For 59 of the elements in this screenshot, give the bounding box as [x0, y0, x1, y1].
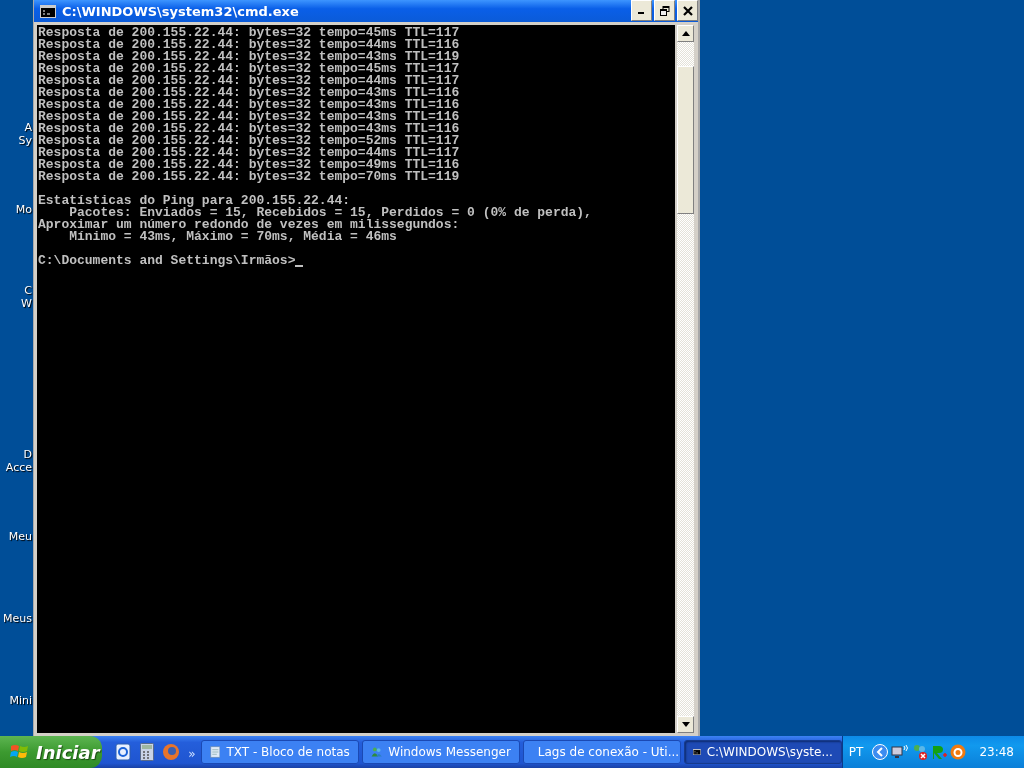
restore-icon — [659, 5, 670, 16]
notepad-icon — [209, 744, 221, 760]
start-button[interactable]: Iniciar — [0, 736, 103, 768]
document-icon[interactable] — [114, 743, 133, 761]
clock: 23:48 — [979, 745, 1014, 759]
taskbar-button[interactable]: Windows Messenger — [361, 740, 520, 764]
scroll-thumb[interactable] — [677, 66, 694, 214]
vertical-scrollbar[interactable] — [677, 25, 694, 733]
up-arrow-icon — [681, 31, 690, 36]
taskbar-button[interactable]: C:\WINDOWS\syste... — [683, 740, 842, 764]
desktop-icon-label: A — [24, 121, 32, 134]
console-line: Resposta de 200.155.22.44: bytes=32 tempo=45ms TTL=117 — [38, 63, 461, 75]
desktop-icon-label: C — [24, 284, 32, 297]
desktop-icon-label: Meu — [8, 530, 32, 543]
ring-icon[interactable] — [950, 744, 967, 760]
scroll-down-button[interactable] — [677, 716, 694, 733]
desktop-icon-label: Sy — [18, 134, 32, 147]
messenger-status-icon[interactable] — [912, 744, 929, 760]
console-line: Aproximar um número redondo de vezes em milissegundos: — [38, 219, 461, 231]
console-line: Resposta de 200.155.22.44: bytes=32 tempo=43ms TTL=116 — [38, 87, 461, 99]
console-line: Mínimo = 43ms, Máximo = 70ms, Média = 46ms — [69, 231, 397, 243]
console-line: Resposta de 200.155.22.44: bytes=32 tempo=70ms TTL=119 — [38, 171, 461, 183]
console-line: Pacotes: Enviados = 15, Recebidos = 15, Perdidos = 0 (0% de perda), — [69, 207, 593, 219]
calculator-icon[interactable] — [140, 743, 155, 761]
console-line: Resposta de 200.155.22.44: bytes=32 tempo=52ms TTL=117 — [38, 135, 461, 147]
console-line: Resposta de 200.155.22.44: bytes=32 tempo=43ms TTL=119 — [38, 51, 461, 63]
desktop-icon-label: Mo — [15, 203, 32, 216]
console-line: Resposta de 200.155.22.44: bytes=32 tempo=43ms TTL=116 — [38, 123, 461, 135]
restore-button[interactable] — [654, 0, 675, 21]
taskbar-button[interactable]: Lags de conexão - Uti... — [522, 740, 681, 764]
language-indicator[interactable]: PT — [848, 745, 864, 759]
scroll-up-button[interactable] — [677, 25, 694, 42]
console-line: Resposta de 200.155.22.44: bytes=32 tempo=44ms TTL=117 — [38, 75, 461, 87]
console-line: Resposta de 200.155.22.44: bytes=32 tempo=45ms TTL=117 — [38, 27, 461, 39]
console-line: Resposta de 200.155.22.44: bytes=32 tempo=43ms TTL=116 — [38, 111, 461, 123]
flag-logo-icon — [10, 743, 30, 761]
close-button[interactable] — [677, 0, 698, 21]
overflow-chevron[interactable]: » — [188, 747, 196, 761]
close-icon — [682, 5, 693, 16]
down-arrow-icon — [681, 722, 690, 727]
desktop-icon-label: Acce — [5, 461, 32, 474]
console-icon — [692, 746, 701, 758]
console-icon — [40, 4, 56, 18]
command-prompt: C:\Documents and Settings\Irmãos> — [38, 255, 296, 267]
taskbar-button[interactable]: TXT - Bloco de notas — [200, 740, 359, 764]
desktop-icon-label: W — [21, 297, 32, 310]
desktop-icon-label: Mini — [9, 694, 32, 707]
console-line: Resposta de 200.155.22.44: bytes=32 tempo=44ms TTL=116 — [38, 39, 461, 51]
text-cursor — [295, 265, 304, 267]
network-icon[interactable] — [891, 744, 910, 760]
console-line: Estatísticas do Ping para 200.155.22.44: — [38, 195, 351, 207]
console-line: Resposta de 200.155.22.44: bytes=32 tempo=49ms TTL=116 — [38, 159, 461, 171]
desktop-icon-label: D — [23, 448, 32, 461]
console-line: Resposta de 200.155.22.44: bytes=32 tempo=44ms TTL=117 — [38, 147, 461, 159]
expand-tray-icon[interactable] — [872, 744, 889, 760]
desktop-icon-label: Meus — [3, 612, 32, 625]
console-line: Resposta de 200.155.22.44: bytes=32 tempo=43ms TTL=116 — [38, 99, 461, 111]
minimize-button[interactable] — [631, 0, 652, 21]
window-title: C:\WINDOWS\system32\cmd.exe — [62, 3, 300, 19]
